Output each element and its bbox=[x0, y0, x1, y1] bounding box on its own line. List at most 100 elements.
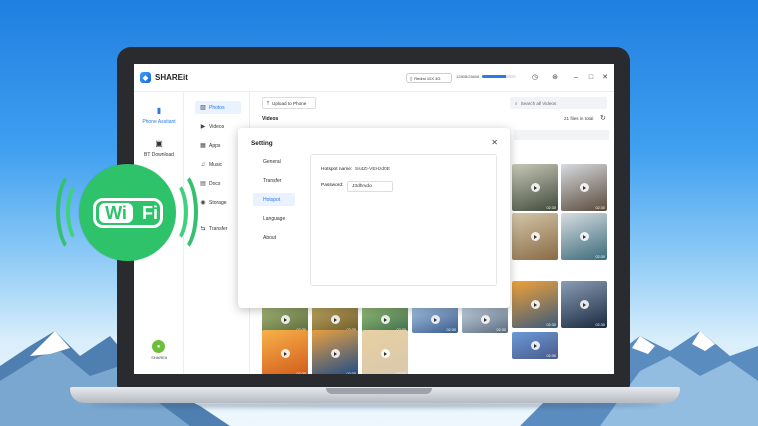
wifi-wi-text: Wi bbox=[99, 203, 133, 223]
category-music[interactable]: ♫ Music bbox=[195, 158, 241, 171]
maximize-icon[interactable]: □ bbox=[586, 73, 596, 83]
storage-indicator: 12808/25608 bbox=[456, 74, 517, 79]
video-icon: ▶ bbox=[200, 124, 206, 130]
play-icon bbox=[530, 183, 540, 192]
close-icon[interactable]: ✕ bbox=[600, 73, 610, 83]
play-icon bbox=[280, 349, 290, 358]
title-bar: ◆ SHAREit ▯ Redmi 10X 4G 12808/25608 ◷ ⊛… bbox=[134, 64, 614, 92]
tab-about[interactable]: About bbox=[253, 231, 295, 244]
video-thumbnail[interactable]: 02:30 bbox=[362, 330, 408, 374]
category-docs[interactable]: ▤ Docs bbox=[195, 177, 241, 190]
tab-general[interactable]: General bbox=[253, 155, 295, 168]
video-duration: 02:30 bbox=[396, 372, 406, 374]
storage-text: 12808/25608 bbox=[456, 74, 480, 79]
play-icon bbox=[330, 349, 340, 358]
refresh-icon[interactable]: ↻ bbox=[600, 114, 606, 122]
minimize-icon[interactable]: – bbox=[571, 73, 581, 83]
video-duration: 02:30 bbox=[595, 206, 605, 210]
password-field[interactable]: J3dhrvdo bbox=[347, 181, 393, 192]
shareit-mini-logo-icon[interactable]: ● bbox=[152, 340, 165, 353]
video-thumbnail[interactable]: 02:30 bbox=[312, 330, 358, 374]
settings-dialog: Setting ✕ General Transfer Hotspot Langu… bbox=[238, 128, 510, 308]
category-storage[interactable]: ◉ Storage bbox=[195, 196, 241, 209]
category-photos[interactable]: ▨ Photos bbox=[195, 101, 241, 114]
files-count: 21 files in total bbox=[564, 116, 594, 121]
photo-icon: ▨ bbox=[200, 105, 206, 111]
category-videos[interactable]: ▶ Videos bbox=[195, 120, 241, 133]
video-thumbnail[interactable]: 02:30 bbox=[262, 330, 308, 374]
section-title: Videos bbox=[262, 116, 279, 122]
category-apps[interactable]: ▦ Apps bbox=[195, 139, 241, 152]
tab-hotspot[interactable]: Hotspot bbox=[253, 193, 295, 206]
play-icon bbox=[480, 315, 490, 324]
play-icon bbox=[380, 349, 390, 358]
wifi-badge: Wi Fi bbox=[79, 164, 176, 261]
app-window: ◆ SHAREit ▯ Redmi 10X 4G 12808/25608 ◷ ⊛… bbox=[134, 64, 614, 374]
video-thumbnail[interactable]: 02:30 bbox=[512, 281, 558, 328]
phone-icon: ▮ bbox=[156, 106, 162, 115]
phone-icon: ▯ bbox=[410, 75, 413, 81]
sidebar-item-label: Phone Assitant bbox=[142, 119, 176, 125]
video-thumbnail[interactable]: 02:30 bbox=[561, 281, 607, 328]
dialog-close-icon[interactable]: ✕ bbox=[491, 138, 498, 147]
password-label: Password: bbox=[321, 183, 344, 188]
video-duration: 02:30 bbox=[446, 328, 456, 332]
category-transfer[interactable]: ⇆ Transfer bbox=[195, 222, 241, 235]
video-thumbnail[interactable]: 02:30 bbox=[362, 306, 408, 333]
video-duration: 02:30 bbox=[595, 255, 605, 259]
video-duration: 02:30 bbox=[496, 328, 506, 332]
play-icon bbox=[579, 232, 589, 241]
storage-icon: ◉ bbox=[200, 200, 206, 206]
wifi-icon: Wi Fi bbox=[93, 198, 163, 228]
video-thumbnail[interactable]: 02:30 bbox=[512, 332, 558, 359]
video-duration: 02:30 bbox=[595, 323, 605, 327]
device-selector[interactable]: ▯ Redmi 10X 4G bbox=[406, 73, 452, 83]
category-label: Transfer bbox=[209, 225, 228, 232]
video-thumbnail[interactable]: 02:30 bbox=[412, 306, 458, 333]
dialog-title: Setting bbox=[251, 140, 273, 147]
category-label: Music bbox=[209, 161, 223, 168]
category-label: Videos bbox=[209, 123, 225, 130]
app-logo: ◆ SHAREit bbox=[140, 72, 188, 83]
search-icon: ⌕ bbox=[515, 100, 518, 106]
category-label: Photos bbox=[209, 104, 225, 111]
app-name: SHAREit bbox=[155, 73, 188, 82]
search-placeholder: Search all Videos bbox=[520, 100, 557, 106]
tab-language[interactable]: Language bbox=[253, 212, 295, 225]
video-thumbnail[interactable]: 02:30 bbox=[561, 164, 607, 211]
video-thumbnail[interactable]: 02:30 bbox=[312, 306, 358, 333]
shareit-mini-label: SHAREit bbox=[151, 355, 167, 360]
play-icon bbox=[380, 315, 390, 324]
upload-to-phone-button[interactable]: ⤒ Upload to Phone bbox=[262, 97, 316, 109]
tab-transfer[interactable]: Transfer bbox=[253, 174, 295, 187]
apps-icon: ▦ bbox=[200, 143, 206, 149]
video-duration: 02:30 bbox=[296, 372, 306, 374]
hotspot-name-value: Ss4ZI-VEHzd0E bbox=[355, 167, 390, 172]
storage-bar bbox=[482, 75, 517, 78]
play-icon bbox=[530, 300, 540, 309]
hotspot-panel: Hotspot name: Ss4ZI-VEHzd0E Password: J3… bbox=[310, 154, 497, 286]
laptop-notch bbox=[326, 388, 432, 394]
play-icon bbox=[330, 315, 340, 324]
history-icon[interactable]: ◷ bbox=[530, 73, 540, 83]
sidebar-item-phone-assitant[interactable]: ▮ Phone Assitant bbox=[134, 106, 184, 125]
video-duration: 02:30 bbox=[546, 206, 556, 210]
video-thumbnail[interactable]: 02:30 bbox=[561, 213, 607, 260]
settings-icon[interactable]: ⊛ bbox=[550, 73, 560, 83]
video-thumbnail[interactable]: 02:30 bbox=[462, 306, 508, 333]
upload-label: Upload to Phone bbox=[272, 100, 307, 106]
play-icon bbox=[530, 232, 540, 241]
video-thumbnail[interactable] bbox=[512, 213, 558, 260]
video-duration: 02:30 bbox=[546, 323, 556, 327]
sidebar-item-label: BT Download bbox=[144, 152, 174, 158]
storage-bar-fill bbox=[482, 75, 507, 78]
wifi-fi-text: Fi bbox=[142, 203, 158, 223]
video-thumbnail[interactable]: 02:30 bbox=[262, 306, 308, 333]
transfer-icon: ⇆ bbox=[200, 226, 206, 232]
sidebar-item-bt-download[interactable]: ▣ BT Download bbox=[134, 139, 184, 158]
category-label: Docs bbox=[209, 180, 221, 187]
bt-download-icon: ▣ bbox=[155, 139, 163, 148]
search-input[interactable]: ⌕ Search all Videos bbox=[510, 97, 607, 109]
video-duration: 02:30 bbox=[546, 354, 556, 358]
video-thumbnail[interactable]: 02:30 bbox=[512, 164, 558, 211]
